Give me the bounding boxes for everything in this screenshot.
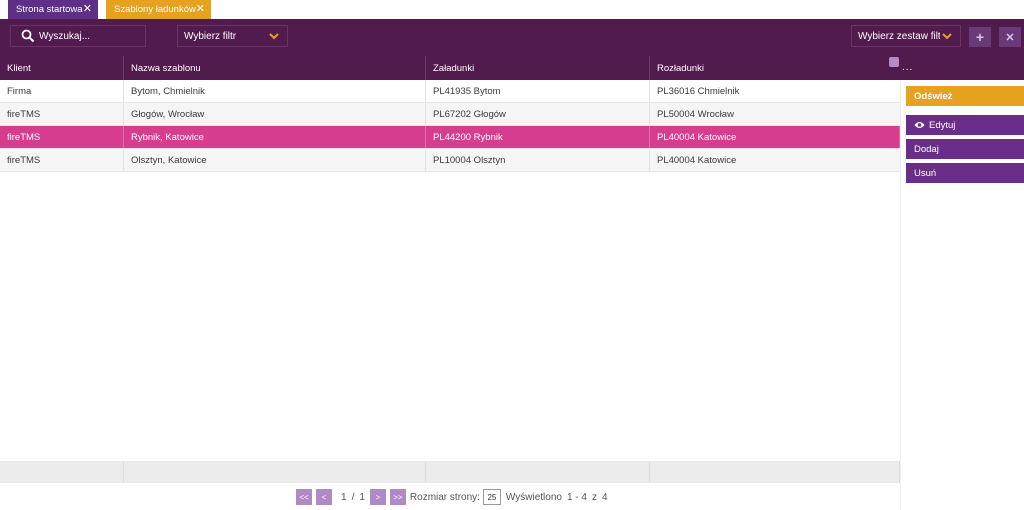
- chevron-down-icon: [942, 33, 952, 40]
- column-header-template-name[interactable]: Nazwa szablonu: [124, 56, 426, 80]
- eye-icon: [914, 122, 925, 128]
- add-button[interactable]: Dodaj: [906, 139, 1024, 159]
- footer-cell: [426, 461, 650, 483]
- refresh-button[interactable]: Odśwież: [906, 86, 1024, 106]
- edit-button[interactable]: Edytuj: [906, 115, 1024, 135]
- tab-home[interactable]: Strona startowa ✕: [8, 0, 98, 19]
- footer-cell: [650, 461, 900, 483]
- tab-load-templates-label: Szablony ładunków: [114, 4, 196, 15]
- cell-unloading: PL40004 Katowice: [657, 154, 737, 166]
- filter-set-select-label: Wybierz zestaw filtrów: [858, 30, 940, 42]
- grid-header: Klient Nazwa szablonu Załadunki Rozładun…: [0, 56, 900, 80]
- footer-cell: [0, 461, 124, 483]
- prev-page-button[interactable]: <: [316, 489, 332, 505]
- column-header-client[interactable]: Klient: [0, 56, 124, 80]
- tab-bar: Strona startowa ✕ Szablony ładunków ✕: [0, 0, 1024, 19]
- cell-client: fireTMS: [0, 126, 124, 148]
- table-row-selected[interactable]: fireTMS Rybnik, Katowice PL44200 Rybnik …: [0, 126, 900, 149]
- cell-template-name: Rybnik, Katowice: [124, 126, 426, 148]
- side-panel-divider: [900, 80, 901, 510]
- next-page-button[interactable]: >: [369, 489, 386, 505]
- filter-select[interactable]: Wybierz filtr: [177, 25, 288, 47]
- search-box[interactable]: [10, 25, 146, 47]
- refresh-button-label: Odśwież: [914, 90, 953, 102]
- chevron-down-icon: [269, 33, 279, 40]
- column-settings-icon[interactable]: [889, 57, 899, 67]
- search-icon: [21, 29, 35, 43]
- filter-select-label: Wybierz filtr: [184, 30, 237, 42]
- column-menu-more[interactable]: ...: [902, 62, 913, 73]
- current-page: 1: [341, 491, 347, 503]
- delete-button[interactable]: Usuń: [906, 163, 1024, 183]
- edit-button-label: Edytuj: [929, 119, 956, 131]
- tab-home-label: Strona startowa: [16, 4, 83, 15]
- close-icon[interactable]: ✕: [83, 3, 92, 15]
- toolbar: Wybierz filtr Wybierz zestaw filtrów + ✕: [0, 19, 1024, 56]
- pagination: << < 1 / 1 > >> Rozmiar strony: 25 Wyświ…: [296, 489, 613, 505]
- cell-client: fireTMS: [0, 103, 124, 125]
- filter-set-select[interactable]: Wybierz zestaw filtrów: [851, 25, 961, 47]
- cell-unloading: PL50004 Wrocław: [657, 108, 734, 120]
- page-separator: /: [351, 491, 355, 503]
- grid-footer-summary: [0, 461, 900, 483]
- column-header-unloading[interactable]: Rozładunki: [650, 56, 900, 80]
- table-row[interactable]: Firma Bytom, Chmielnik PL41935 Bytom PL3…: [0, 80, 900, 103]
- delete-button-label: Usuń: [914, 167, 937, 179]
- column-header-loading[interactable]: Załadunki: [426, 56, 650, 80]
- cell-client: fireTMS: [0, 149, 124, 171]
- shown-label: Wyświetlono: [505, 491, 562, 503]
- shown-range: 1 - 4: [566, 491, 587, 503]
- add-filter-button[interactable]: +: [969, 27, 991, 47]
- cell-loading: PL67202 Głogów: [426, 103, 650, 125]
- of-label: z: [591, 491, 597, 503]
- last-page-button[interactable]: >>: [389, 489, 406, 505]
- footer-cell: [124, 461, 426, 483]
- first-page-button[interactable]: <<: [296, 489, 312, 505]
- close-icon[interactable]: ✕: [196, 3, 205, 15]
- cell-template-name: Bytom, Chmielnik: [124, 80, 426, 102]
- add-button-label: Dodaj: [914, 143, 939, 155]
- cell-template-name: Głogów, Wrocław: [124, 103, 426, 125]
- tab-load-templates[interactable]: Szablony ładunków ✕: [106, 0, 211, 19]
- cell-unloading: PL36016 Chmielnik: [657, 85, 740, 97]
- total-records: 4: [601, 491, 608, 503]
- table-row[interactable]: fireTMS Olsztyn, Katowice PL10004 Olszty…: [0, 149, 900, 172]
- close-icon: ✕: [1005, 31, 1015, 44]
- cell-template-name: Olsztyn, Katowice: [124, 149, 426, 171]
- grid-body: Firma Bytom, Chmielnik PL41935 Bytom PL3…: [0, 80, 900, 172]
- search-input[interactable]: [39, 30, 139, 42]
- cell-client: Firma: [0, 80, 124, 102]
- cell-loading: PL41935 Bytom: [426, 80, 650, 102]
- cell-loading: PL44200 Rybnik: [426, 126, 650, 148]
- cell-unloading: PL40004 Katowice: [650, 126, 900, 148]
- page-size-label: Rozmiar strony:: [409, 491, 480, 503]
- clear-filter-button[interactable]: ✕: [999, 27, 1021, 47]
- grid-header-extension: [900, 56, 1024, 80]
- page-size-input[interactable]: 25: [482, 489, 501, 505]
- total-pages: 1: [359, 491, 365, 503]
- cell-loading: PL10004 Olsztyn: [426, 149, 650, 171]
- table-row[interactable]: fireTMS Głogów, Wrocław PL67202 Głogów P…: [0, 103, 900, 126]
- plus-icon: +: [975, 29, 985, 45]
